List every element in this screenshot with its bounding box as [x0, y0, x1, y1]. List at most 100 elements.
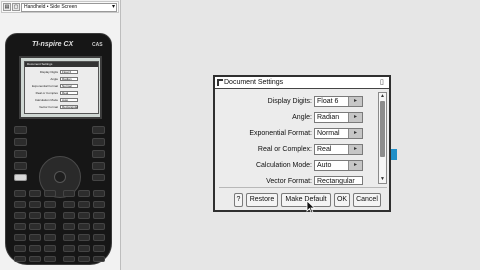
dropdown-arrow-icon[interactable]: ▸	[348, 161, 362, 170]
doc-icon[interactable]: ▤	[3, 3, 11, 11]
key[interactable]	[14, 190, 26, 197]
scroll-up-icon[interactable]: ▲	[379, 93, 386, 100]
key[interactable]	[14, 201, 26, 208]
mouse-cursor-icon	[306, 200, 316, 214]
setting-label: Real or Complex:	[257, 146, 312, 153]
dropdown-arrow-icon[interactable]: ▸	[348, 113, 362, 122]
key[interactable]	[63, 256, 75, 262]
key[interactable]	[93, 212, 105, 219]
key[interactable]	[78, 212, 90, 219]
mini-row: Angle Radian	[27, 77, 97, 81]
page-icon[interactable]: ▢	[12, 3, 20, 11]
key[interactable]	[29, 256, 41, 262]
toolbar: ▤ ▢ Handheld • Side Screen	[1, 1, 119, 13]
key-enter-small[interactable]	[92, 174, 105, 181]
mini-label: Real or Complex	[35, 91, 58, 95]
cancel-button[interactable]: Cancel	[353, 193, 381, 207]
key[interactable]	[44, 245, 56, 252]
key[interactable]	[93, 190, 105, 197]
vector-format-select[interactable]: Rectangular	[314, 176, 363, 185]
dialog-title: Document Settings	[224, 79, 284, 86]
mini-row: Exponential Format Normal	[27, 84, 97, 88]
key[interactable]	[44, 190, 56, 197]
key[interactable]	[63, 234, 75, 241]
key[interactable]	[63, 212, 75, 219]
dropdown-arrow-icon[interactable]: ▸	[348, 129, 362, 138]
key[interactable]	[29, 201, 41, 208]
setting-label: Vector Format:	[266, 178, 312, 185]
key[interactable]	[93, 234, 105, 241]
key-esc[interactable]	[14, 126, 27, 134]
key-del[interactable]	[92, 162, 105, 170]
key[interactable]	[29, 190, 41, 197]
mini-label: Calculation Mode	[34, 98, 58, 102]
key[interactable]	[44, 212, 56, 219]
dialog-titlebar[interactable]: Document Settings ▯	[215, 77, 389, 89]
scroll-thumb[interactable]	[380, 101, 385, 157]
key[interactable]	[93, 256, 105, 262]
key[interactable]	[63, 223, 75, 230]
key[interactable]	[29, 234, 41, 241]
key[interactable]	[93, 223, 105, 230]
key-ctrl[interactable]	[14, 150, 27, 158]
document-settings-dialog: Document Settings ▯ Display Digits: Floa…	[213, 75, 391, 212]
key[interactable]	[63, 190, 75, 197]
mini-value: Float 6	[60, 70, 78, 74]
key[interactable]	[44, 201, 56, 208]
mini-value: Auto	[60, 98, 78, 102]
handheld-brand: TI-nspire CX	[32, 41, 74, 48]
mini-row: Display Digits Float 6	[27, 70, 97, 74]
key[interactable]	[29, 212, 41, 219]
mini-value: Normal	[60, 84, 78, 88]
setting-row-exponential-format: Exponential Format: Normal ▸	[217, 127, 377, 140]
mini-row: Real or Complex Real	[27, 91, 97, 95]
key[interactable]	[78, 201, 90, 208]
key[interactable]	[14, 245, 26, 252]
setting-row-real-or-complex: Real or Complex: Real ▸	[217, 143, 377, 156]
key[interactable]	[14, 234, 26, 241]
key-doc[interactable]	[92, 138, 105, 146]
key[interactable]	[63, 245, 75, 252]
key[interactable]	[93, 201, 105, 208]
key-tab[interactable]	[14, 138, 27, 146]
key[interactable]	[78, 223, 90, 230]
key[interactable]	[14, 212, 26, 219]
key[interactable]	[78, 190, 90, 197]
scroll-down-icon[interactable]: ▼	[379, 176, 386, 183]
key[interactable]	[44, 256, 56, 262]
key-menu[interactable]	[92, 150, 105, 158]
handheld-model: CAS	[92, 42, 103, 48]
mini-value: Radian	[60, 77, 78, 81]
document-icon	[217, 79, 223, 86]
settings-scrollbar[interactable]: ▲ ▼	[378, 92, 387, 184]
key[interactable]	[44, 223, 56, 230]
dropdown-arrow-icon[interactable]: ▸	[348, 97, 362, 106]
key-home[interactable]	[92, 126, 105, 134]
setting-row-display-digits: Display Digits: Float 6 ▸	[217, 95, 377, 108]
key-shift[interactable]	[14, 162, 27, 170]
dropdown-arrow-icon[interactable]: ▸	[348, 145, 362, 154]
key[interactable]	[93, 245, 105, 252]
close-icon[interactable]: ▯	[380, 79, 386, 86]
key[interactable]	[78, 245, 90, 252]
restore-button[interactable]: Restore	[246, 193, 278, 207]
key[interactable]	[63, 201, 75, 208]
key[interactable]	[78, 234, 90, 241]
touchpad-click[interactable]	[54, 171, 66, 183]
side-tab[interactable]	[391, 149, 397, 160]
key[interactable]	[29, 245, 41, 252]
ok-button[interactable]: OK	[334, 193, 350, 207]
mini-row: Calculation Mode Auto	[27, 98, 97, 102]
handheld-screen[interactable]: Document Settings Display Digits Float 6…	[19, 56, 102, 119]
key[interactable]	[14, 223, 26, 230]
setting-label: Calculation Mode:	[255, 162, 312, 169]
key[interactable]	[78, 256, 90, 262]
key[interactable]	[14, 256, 26, 262]
key[interactable]	[44, 234, 56, 241]
setting-label: Display Digits:	[267, 98, 312, 105]
view-select[interactable]: Handheld • Side Screen	[21, 2, 117, 12]
key[interactable]	[29, 223, 41, 230]
key-var[interactable]	[14, 174, 27, 181]
help-button[interactable]: ?	[234, 193, 243, 207]
setting-row-angle: Angle: Radian ▸	[217, 111, 377, 124]
